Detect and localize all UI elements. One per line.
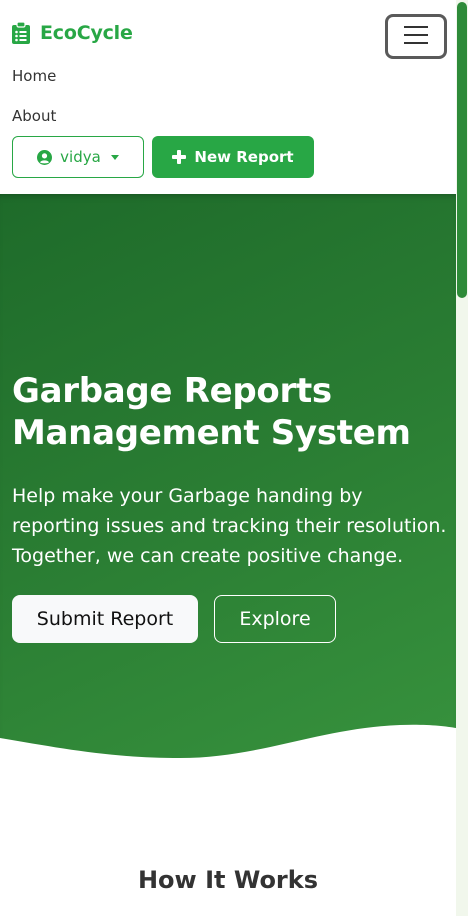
hero-title-line-1: Garbage Reports [12, 371, 332, 411]
scrollbar-thumb[interactable] [457, 2, 467, 298]
hamburger-icon [404, 26, 428, 28]
hero-section: Garbage Reports Management System Help m… [0, 194, 456, 760]
user-name: vidya [60, 148, 101, 166]
hero-title: Garbage Reports Management System [12, 370, 452, 454]
new-report-button[interactable]: New Report [152, 136, 314, 178]
hamburger-icon-bar [404, 34, 428, 36]
submit-report-button[interactable]: Submit Report [12, 595, 198, 643]
hero-wave-divider [0, 724, 456, 760]
caret-down-icon [110, 154, 119, 160]
plus-icon [172, 150, 187, 164]
user-circle-icon [37, 149, 53, 165]
explore-button[interactable]: Explore [214, 595, 336, 643]
nav-link-about[interactable]: About [12, 107, 56, 125]
brand-link[interactable]: EcoCycle [12, 22, 133, 44]
clipboard-list-icon [12, 22, 30, 44]
hero-subtitle: Help make your Garbage handing by report… [12, 485, 447, 567]
navbar-toggler-button[interactable] [385, 14, 447, 59]
nav-link-home[interactable]: Home [12, 67, 56, 85]
hamburger-icon-bar [404, 42, 428, 44]
brand-name: EcoCycle [40, 22, 133, 44]
user-dropdown-button[interactable]: vidya [12, 136, 144, 178]
how-it-works-title: How It Works [137, 866, 319, 894]
page-scrollbar[interactable] [456, 0, 468, 916]
navbar: EcoCycle Home About vidya New Report [0, 0, 456, 194]
new-report-label: New Report [194, 148, 294, 166]
hero-title-line-2: Management System [12, 413, 411, 453]
